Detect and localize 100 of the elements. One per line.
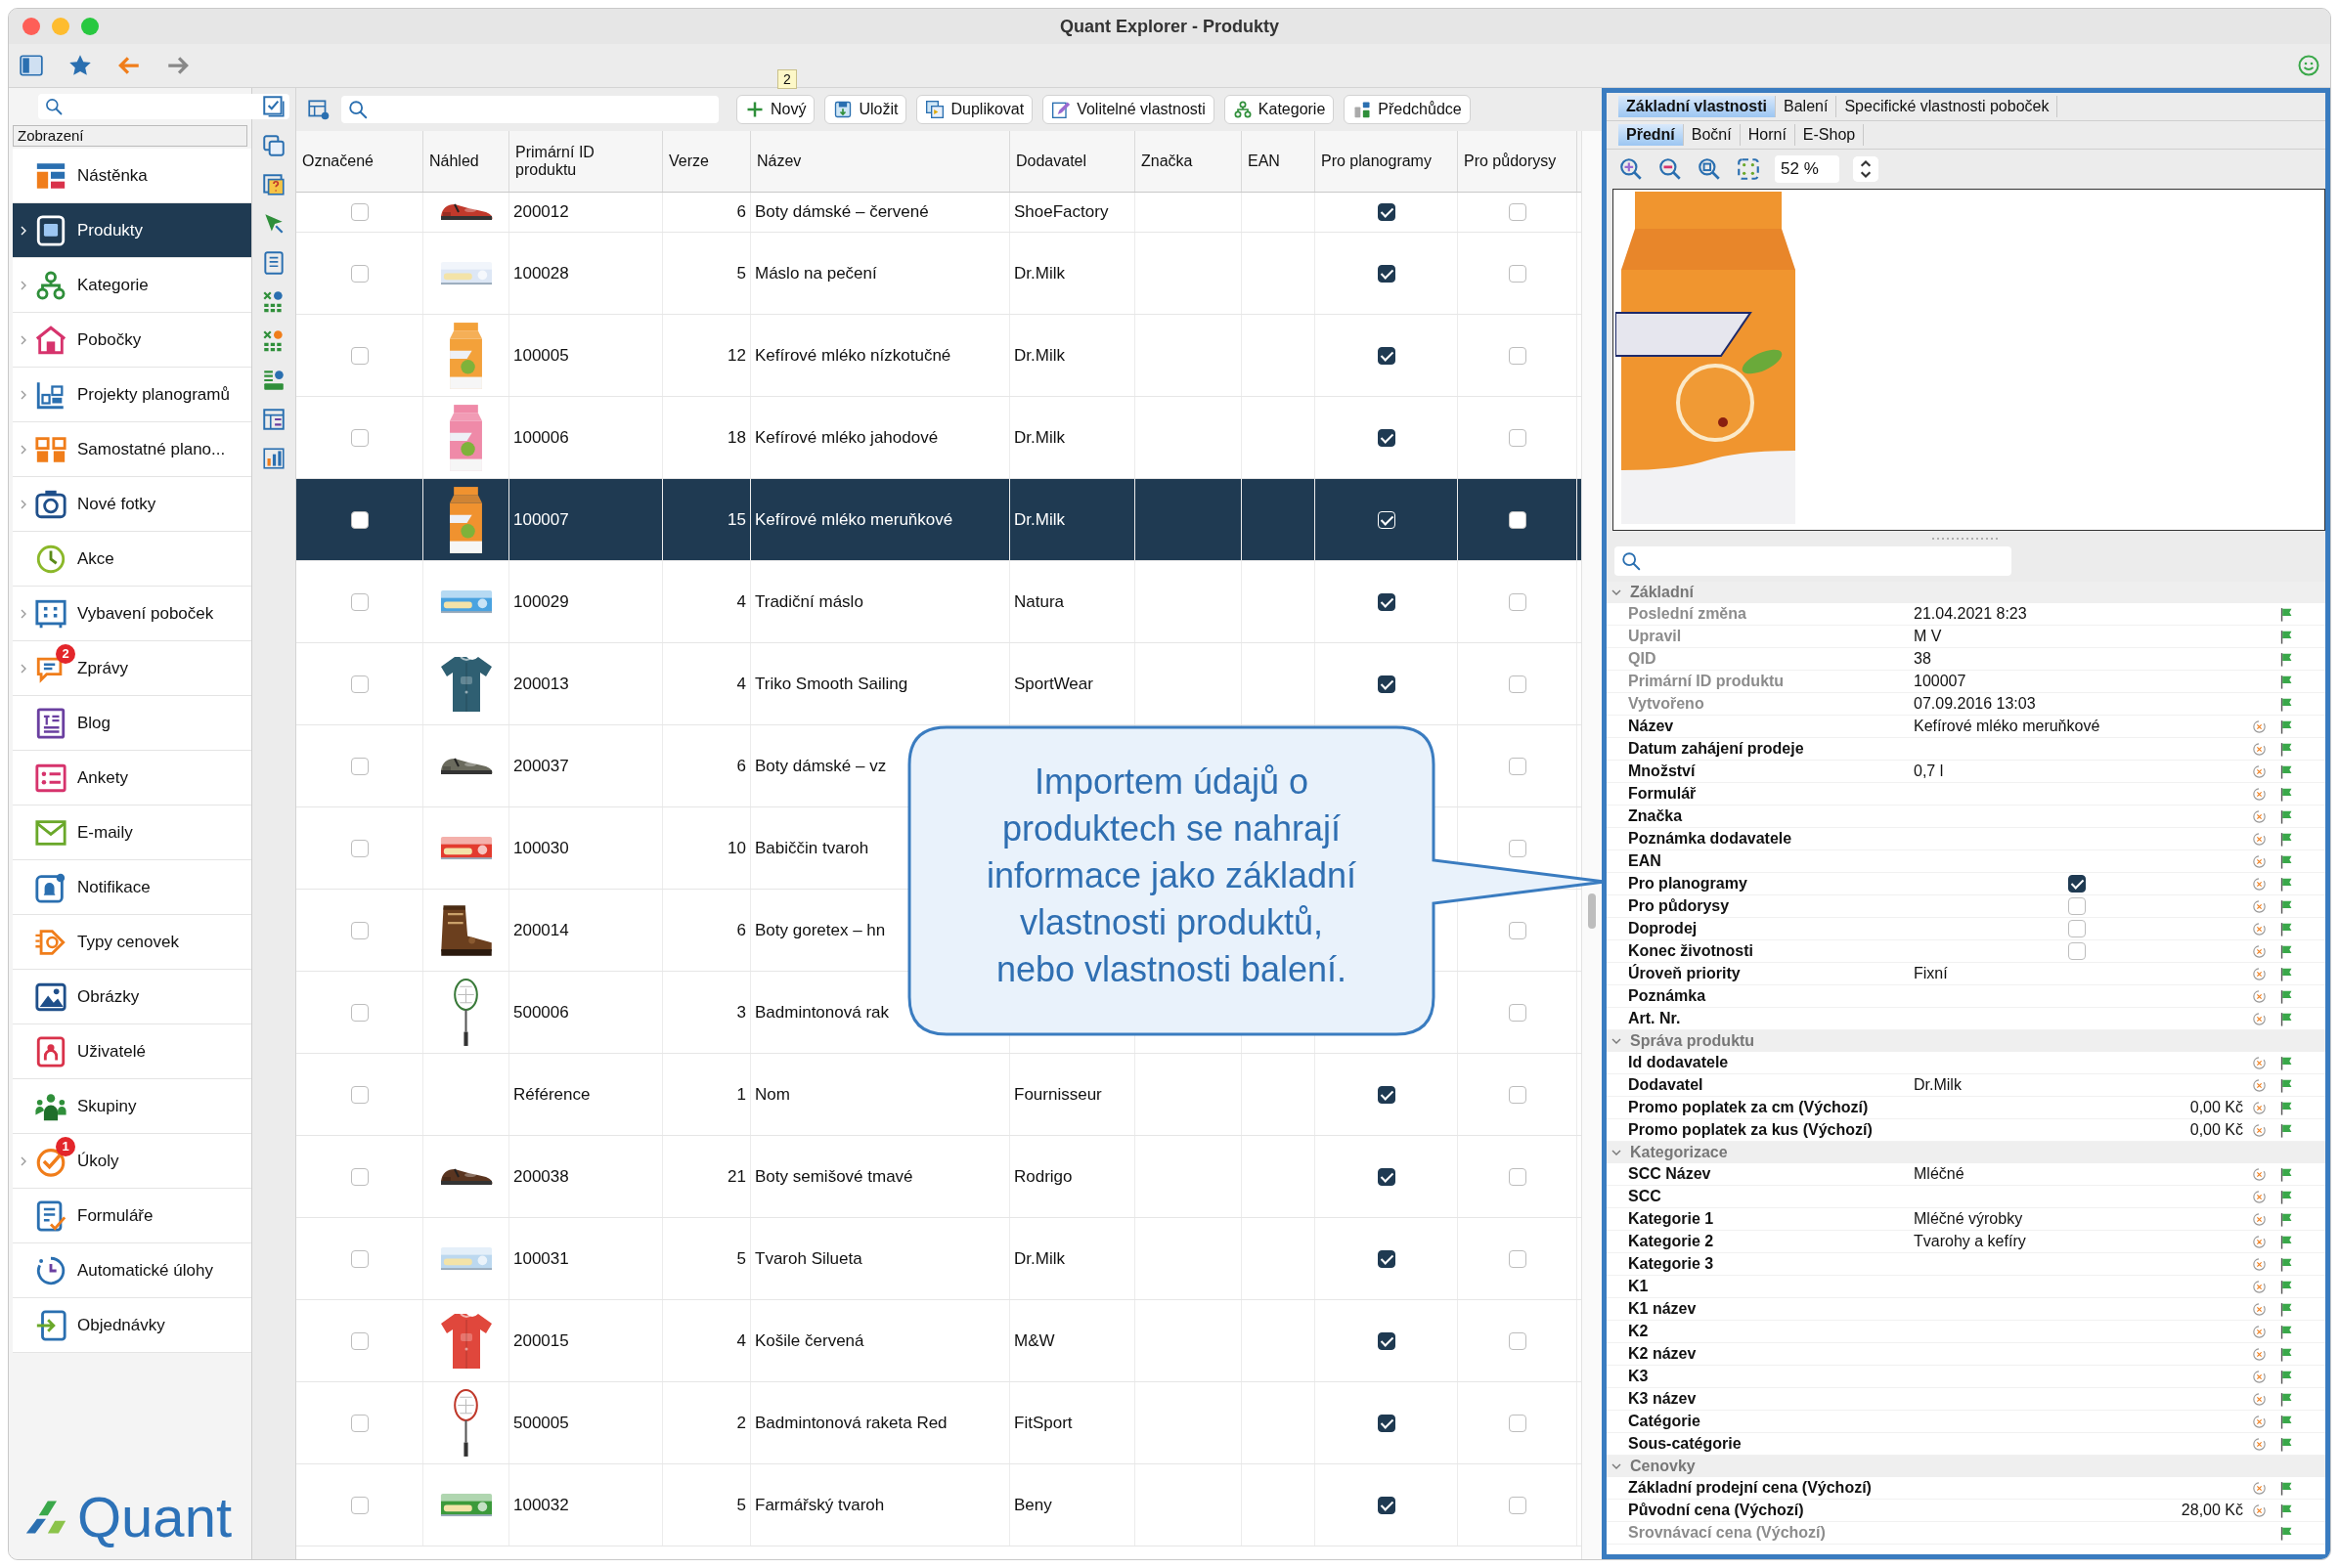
sidebar-item[interactable]: Typy cenovek: [13, 915, 251, 970]
reset-icon[interactable]: [2250, 1054, 2268, 1071]
reset-icon[interactable]: [2250, 920, 2268, 937]
column-header[interactable]: Značka: [1141, 152, 1193, 170]
checkbox[interactable]: [1508, 428, 1526, 447]
sidebar-item[interactable]: Obrázky: [13, 970, 251, 1024]
reset-icon[interactable]: [2250, 1502, 2268, 1519]
sidebar-toggle-icon[interactable]: [19, 53, 44, 78]
reset-icon[interactable]: [2250, 1121, 2268, 1139]
sidebar-item[interactable]: E-maily: [13, 806, 251, 860]
sidebar-item[interactable]: Notifikace: [13, 860, 251, 915]
table-row[interactable]: 200012 6 Boty dámské – červené ShoeFactory: [296, 193, 1581, 233]
checkbox[interactable]: [1377, 592, 1395, 611]
zoom-reset-icon[interactable]: [1697, 156, 1722, 182]
checkbox[interactable]: [350, 510, 369, 529]
sidebar-item[interactable]: Akce: [13, 532, 251, 587]
toolbar-button[interactable]: Předchůdce: [1344, 95, 1471, 124]
sidebar-item[interactable]: 2 Zprávy: [13, 641, 251, 696]
group-header[interactable]: Kategorizace: [1607, 1142, 2325, 1163]
checkbox[interactable]: [1508, 592, 1526, 611]
reset-icon[interactable]: [2250, 987, 2268, 1005]
toolbar-button[interactable]: Duplikovat: [916, 95, 1034, 124]
checkbox[interactable]: [1377, 203, 1395, 221]
column-header[interactable]: Primární ID produktu: [515, 144, 633, 179]
table-swap-icon[interactable]: [261, 407, 287, 432]
sidebar-item[interactable]: Samostatné plano...: [13, 422, 251, 477]
group-header[interactable]: Základní: [1607, 582, 2325, 603]
sidebar-item[interactable]: Formuláře: [13, 1189, 251, 1243]
tab[interactable]: Specifické vlastnosti poboček: [1836, 96, 2058, 117]
reset-icon[interactable]: [2250, 1300, 2268, 1318]
table-row[interactable]: 500005 2 Badmintonová raketa Red FitSport: [296, 1382, 1581, 1464]
checkbox[interactable]: [350, 1003, 369, 1022]
reset-icon[interactable]: [2250, 1076, 2268, 1094]
reset-icon[interactable]: [2250, 1210, 2268, 1228]
checkbox[interactable]: [1508, 1331, 1526, 1350]
sidebar-item[interactable]: 1 Úkoly: [13, 1134, 251, 1189]
checkbox[interactable]: [350, 675, 369, 693]
fit-icon[interactable]: [1736, 156, 1761, 182]
table-row[interactable]: 200015 4 Košile červená M&W: [296, 1300, 1581, 1382]
checkbox[interactable]: [1377, 1496, 1395, 1514]
checkbox[interactable]: [350, 1496, 369, 1514]
reset-icon[interactable]: [2250, 785, 2268, 803]
table-row[interactable]: 100007 15 Kefírové mléko meruňkové Dr.Milk: [296, 479, 1581, 561]
reset-icon[interactable]: [2250, 1323, 2268, 1340]
reset-icon[interactable]: [2250, 740, 2268, 758]
reset-icon[interactable]: [2250, 1479, 2268, 1497]
checkbox[interactable]: [350, 1167, 369, 1186]
checkbox[interactable]: [350, 592, 369, 611]
checkbox[interactable]: [2067, 920, 2086, 937]
checkbox[interactable]: [1508, 675, 1526, 693]
checkbox[interactable]: [1508, 203, 1526, 221]
checklist-icon[interactable]: [261, 94, 287, 119]
checkbox[interactable]: [2067, 942, 2086, 960]
checkbox[interactable]: [350, 757, 369, 775]
reset-icon[interactable]: [2250, 1233, 2268, 1250]
help-icon[interactable]: [261, 172, 287, 197]
toolbar-button[interactable]: Volitelné vlastnosti: [1042, 95, 1214, 124]
column-header[interactable]: Dodavatel: [1016, 152, 1087, 170]
sidebar-item[interactable]: Kategorie: [13, 258, 251, 313]
zoom-in-icon[interactable]: [1618, 156, 1644, 182]
sidebar-item[interactable]: Projekty planogramů: [13, 368, 251, 422]
checkbox[interactable]: [1377, 675, 1395, 693]
sidebar-item[interactable]: Nové fotky: [13, 477, 251, 532]
tab[interactable]: Přední: [1618, 124, 1684, 146]
checkbox[interactable]: [1377, 1249, 1395, 1268]
table-row[interactable]: 100032 5 Farmářský tvaroh Beny: [296, 1464, 1581, 1546]
column-header[interactable]: Označené: [302, 152, 374, 170]
checkbox[interactable]: [1377, 428, 1395, 447]
smiley-icon[interactable]: [2297, 54, 2320, 77]
table-settings-icon[interactable]: [306, 97, 331, 122]
checkbox[interactable]: [350, 203, 369, 221]
copy-icon[interactable]: [261, 133, 287, 158]
reset-icon[interactable]: [2250, 1368, 2268, 1385]
reset-icon[interactable]: [2250, 1165, 2268, 1183]
tab[interactable]: Horní: [1740, 124, 1795, 146]
checkbox[interactable]: [1508, 757, 1526, 775]
checkbox[interactable]: [1508, 346, 1526, 365]
reset-icon[interactable]: [2250, 1345, 2268, 1363]
column-header[interactable]: Pro půdorysy: [1464, 152, 1557, 170]
toolbar-button[interactable]: Kategorie: [1223, 95, 1335, 124]
reset-icon[interactable]: [2250, 830, 2268, 848]
column-header[interactable]: Verze: [669, 152, 709, 170]
checkbox[interactable]: [350, 264, 369, 283]
sidebar-item[interactable]: Produkty: [13, 203, 251, 258]
column-header[interactable]: Náhled: [429, 152, 479, 170]
file-import-icon[interactable]: [261, 368, 287, 393]
checkbox[interactable]: [1508, 1085, 1526, 1104]
document-list-icon[interactable]: [261, 250, 287, 276]
table-row[interactable]: Référence 1 Nom Fournisseur: [296, 1054, 1581, 1136]
reset-icon[interactable]: [2250, 1255, 2268, 1273]
table-row[interactable]: 200038 21 Boty semišové tmavé Rodrigo: [296, 1136, 1581, 1218]
column-header[interactable]: Pro planogramy: [1321, 152, 1432, 170]
checkbox[interactable]: [1508, 1496, 1526, 1514]
sidebar-item[interactable]: Ankety: [13, 751, 251, 806]
table-row[interactable]: 100029 4 Tradiční máslo Natura: [296, 561, 1581, 643]
reset-icon[interactable]: [2250, 762, 2268, 780]
star-icon[interactable]: [67, 53, 93, 78]
reset-icon[interactable]: [2250, 1188, 2268, 1205]
reset-icon[interactable]: [2250, 965, 2268, 982]
checkbox[interactable]: [1508, 921, 1526, 939]
